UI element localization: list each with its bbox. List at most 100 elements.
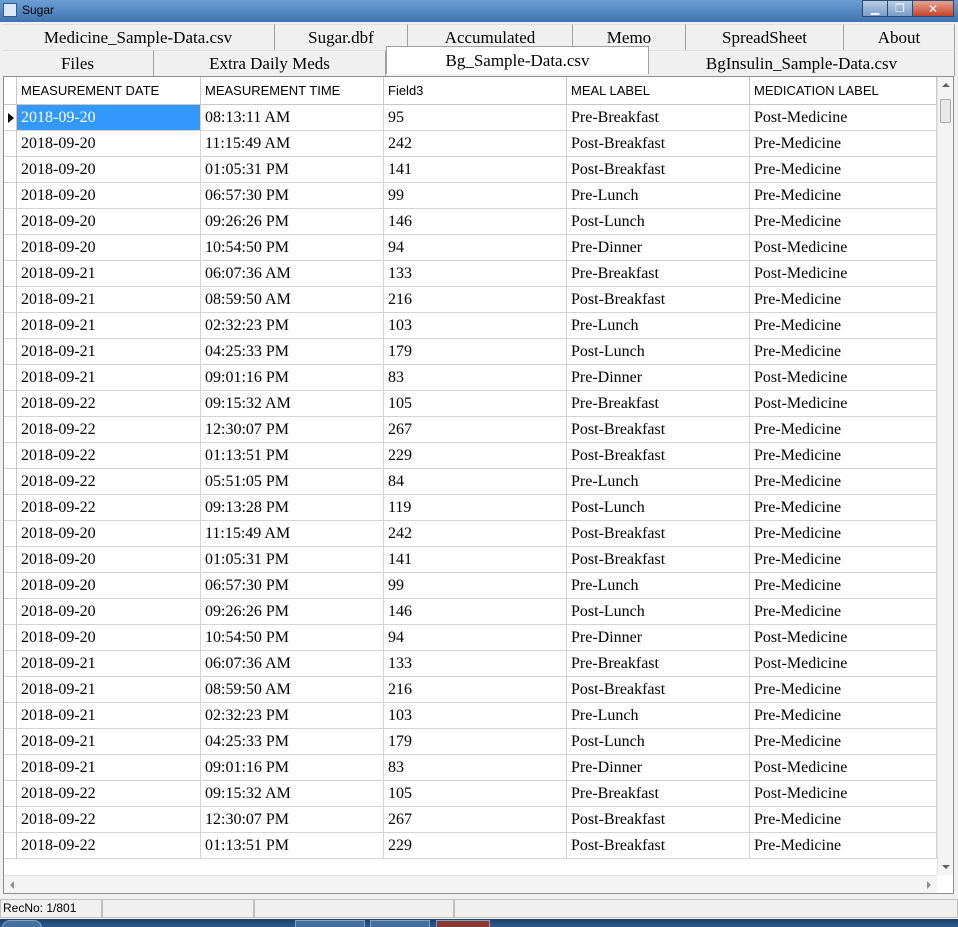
cell-meal-label[interactable]: Post-Breakfast (567, 521, 750, 546)
cell-medication-label[interactable]: Post-Medicine (750, 235, 937, 260)
cell-measurement-time[interactable]: 11:15:49 AM (201, 521, 384, 546)
cell-meal-label[interactable]: Post-Breakfast (567, 547, 750, 572)
table-row[interactable]: 2018-09-22 05:51:05 PM 84 Pre-Lunch Pre-Medi… (4, 469, 937, 495)
cell-medication-label[interactable]: Pre-Medicine (750, 469, 937, 494)
cell-field3[interactable]: 83 (384, 365, 567, 390)
cell-medication-label[interactable]: Pre-Medicine (750, 339, 937, 364)
row-indicator[interactable] (4, 781, 17, 807)
cell-meal-label[interactable]: Post-Breakfast (567, 287, 750, 312)
scroll-left-icon[interactable] (10, 881, 14, 889)
row-indicator[interactable] (4, 703, 17, 729)
table-row[interactable]: 2018-09-22 09:15:32 AM 105 Pre-Breakfast Pos… (4, 781, 937, 807)
cell-measurement-date[interactable]: 2018-09-22 (17, 417, 201, 442)
cell-measurement-date[interactable]: 2018-09-22 (17, 833, 201, 858)
cell-medication-label[interactable]: Post-Medicine (750, 781, 937, 806)
cell-measurement-time[interactable]: 09:01:16 PM (201, 365, 384, 390)
cell-measurement-date[interactable]: 2018-09-20 (17, 105, 201, 130)
cell-field3[interactable]: 179 (384, 339, 567, 364)
table-row[interactable]: 2018-09-22 12:30:07 PM 267 Post-Breakfast Pr… (4, 807, 937, 833)
row-indicator[interactable] (4, 417, 17, 443)
cell-measurement-time[interactable]: 09:01:16 PM (201, 755, 384, 780)
cell-measurement-time[interactable]: 01:13:51 PM (201, 443, 384, 468)
cell-field3[interactable]: 103 (384, 313, 567, 338)
table-row[interactable]: 2018-09-21 06:07:36 AM 133 Pre-Breakfast Pos… (4, 261, 937, 287)
table-row[interactable]: 2018-09-22 01:13:51 PM 229 Post-Breakfast Pr… (4, 443, 937, 469)
cell-meal-label[interactable]: Post-Breakfast (567, 417, 750, 442)
row-indicator[interactable] (4, 157, 17, 183)
cell-measurement-time[interactable]: 02:32:23 PM (201, 703, 384, 728)
table-row[interactable]: 2018-09-21 02:32:23 PM 103 Pre-Lunch Pre-Med… (4, 313, 937, 339)
table-row[interactable]: 2018-09-22 09:15:32 AM 105 Pre-Breakfast Pos… (4, 391, 937, 417)
row-indicator[interactable] (4, 339, 17, 365)
table-row[interactable]: 2018-09-20 01:05:31 PM 141 Post-Breakfast Pr… (4, 547, 937, 573)
tab-bginsulin-sample-data[interactable]: BgInsulin_Sample-Data.csv (649, 50, 955, 76)
row-indicator[interactable] (4, 287, 17, 313)
table-row[interactable]: 2018-09-21 08:59:50 AM 216 Post-Breakfast Pr… (4, 677, 937, 703)
cell-measurement-date[interactable]: 2018-09-21 (17, 313, 201, 338)
table-row[interactable]: 2018-09-20 11:15:49 AM 242 Post-Breakfast Pr… (4, 521, 937, 547)
cell-measurement-date[interactable]: 2018-09-22 (17, 443, 201, 468)
cell-field3[interactable]: 146 (384, 209, 567, 234)
cell-meal-label[interactable]: Post-Lunch (567, 495, 750, 520)
cell-meal-label[interactable]: Post-Breakfast (567, 807, 750, 832)
cell-field3[interactable]: 146 (384, 599, 567, 624)
row-indicator[interactable] (4, 547, 17, 573)
row-indicator[interactable] (4, 833, 17, 859)
cell-measurement-time[interactable]: 01:13:51 PM (201, 833, 384, 858)
cell-medication-label[interactable]: Post-Medicine (750, 261, 937, 286)
taskbar-item-1[interactable] (295, 920, 365, 927)
cell-field3[interactable]: 105 (384, 391, 567, 416)
table-row[interactable]: 2018-09-21 06:07:36 AM 133 Pre-Breakfast Pos… (4, 651, 937, 677)
cell-meal-label[interactable]: Pre-Dinner (567, 365, 750, 390)
table-row[interactable]: 2018-09-22 12:30:07 PM 267 Post-Breakfast Pr… (4, 417, 937, 443)
scroll-down-icon[interactable] (942, 865, 950, 869)
start-button[interactable] (2, 920, 42, 927)
cell-meal-label[interactable]: Pre-Lunch (567, 573, 750, 598)
cell-measurement-date[interactable]: 2018-09-21 (17, 261, 201, 286)
cell-field3[interactable]: 229 (384, 443, 567, 468)
row-indicator[interactable] (4, 573, 17, 599)
row-indicator[interactable] (4, 365, 17, 391)
cell-measurement-time[interactable]: 01:05:31 PM (201, 157, 384, 182)
cell-measurement-time[interactable]: 08:59:50 AM (201, 287, 384, 312)
cell-medication-label[interactable]: Pre-Medicine (750, 287, 937, 312)
tab-about[interactable]: About (844, 24, 955, 50)
cell-measurement-time[interactable]: 08:59:50 AM (201, 677, 384, 702)
cell-measurement-date[interactable]: 2018-09-22 (17, 469, 201, 494)
cell-measurement-date[interactable]: 2018-09-20 (17, 573, 201, 598)
cell-measurement-time[interactable]: 06:07:36 AM (201, 651, 384, 676)
cell-medication-label[interactable]: Post-Medicine (750, 365, 937, 390)
cell-measurement-date[interactable]: 2018-09-20 (17, 625, 201, 650)
row-indicator[interactable] (4, 625, 17, 651)
cell-medication-label[interactable]: Pre-Medicine (750, 573, 937, 598)
vertical-scroll-thumb[interactable] (940, 99, 951, 123)
cell-medication-label[interactable]: Pre-Medicine (750, 131, 937, 156)
column-header-measurement-date[interactable]: MEASUREMENT DATE (17, 77, 201, 105)
cell-field3[interactable]: 179 (384, 729, 567, 754)
cell-meal-label[interactable]: Post-Breakfast (567, 157, 750, 182)
cell-measurement-date[interactable]: 2018-09-20 (17, 235, 201, 260)
row-indicator[interactable] (4, 183, 17, 209)
data-grid[interactable]: MEASUREMENT DATE MEASUREMENT TIME Field3… (3, 76, 954, 894)
cell-field3[interactable]: 105 (384, 781, 567, 806)
cell-measurement-date[interactable]: 2018-09-20 (17, 183, 201, 208)
cell-medication-label[interactable]: Pre-Medicine (750, 209, 937, 234)
cell-medication-label[interactable]: Pre-Medicine (750, 183, 937, 208)
row-indicator[interactable] (4, 521, 17, 547)
cell-measurement-date[interactable]: 2018-09-21 (17, 729, 201, 754)
cell-measurement-date[interactable]: 2018-09-21 (17, 287, 201, 312)
cell-measurement-time[interactable]: 09:26:26 PM (201, 599, 384, 624)
cell-field3[interactable]: 84 (384, 469, 567, 494)
table-row[interactable]: 2018-09-20 08:13:11 AM 95 Pre-Breakfast Post… (4, 105, 937, 131)
cell-measurement-time[interactable]: 04:25:33 PM (201, 339, 384, 364)
row-indicator[interactable] (4, 313, 17, 339)
cell-measurement-date[interactable]: 2018-09-21 (17, 651, 201, 676)
row-indicator[interactable] (4, 755, 17, 781)
row-indicator[interactable] (4, 261, 17, 287)
column-header-field3[interactable]: Field3 (384, 77, 567, 105)
cell-field3[interactable]: 267 (384, 417, 567, 442)
cell-medication-label[interactable]: Post-Medicine (750, 105, 937, 130)
tab-bg-sample-data[interactable]: Bg_Sample-Data.csv (386, 46, 649, 74)
cell-medication-label[interactable]: Pre-Medicine (750, 313, 937, 338)
cell-field3[interactable]: 95 (384, 105, 567, 130)
